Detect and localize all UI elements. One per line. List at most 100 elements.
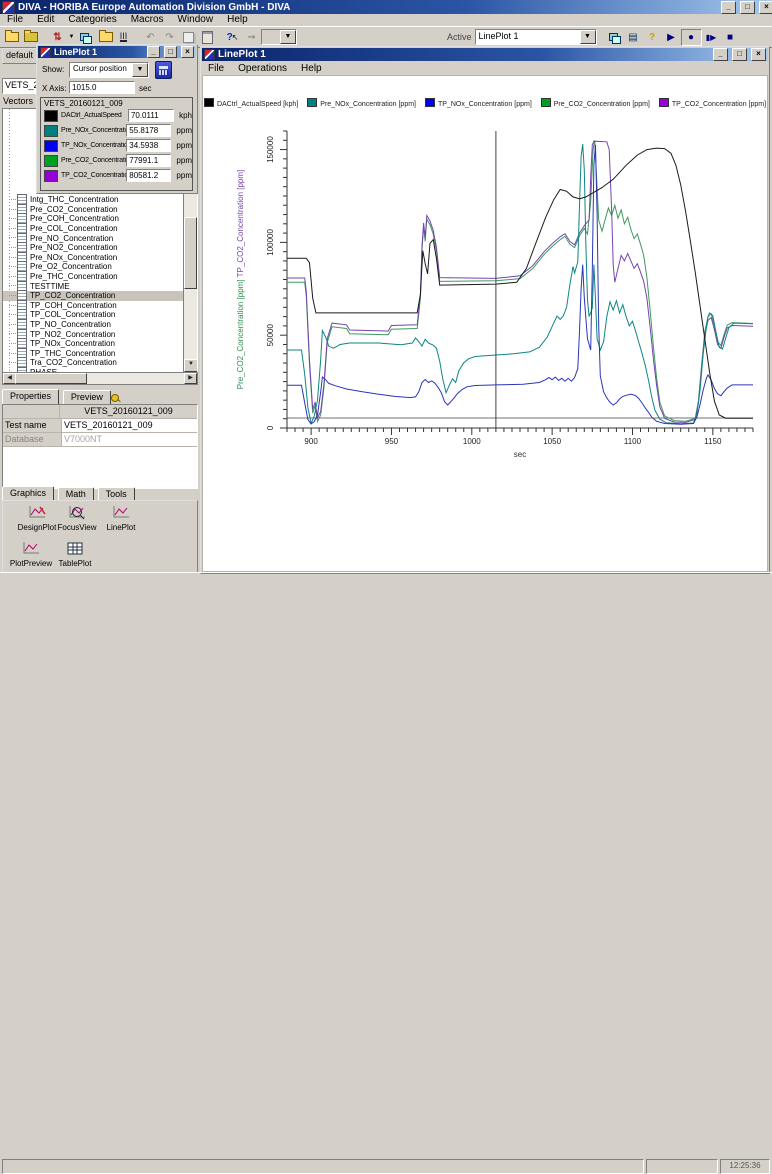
plot-close-button[interactable]: × <box>751 48 766 61</box>
run-icon[interactable]: ⇝ <box>242 29 261 46</box>
line-plot-icon <box>113 506 129 518</box>
graphics-palette: DesignPlot FocusView LinePlot PlotPreview Ta… <box>2 500 198 573</box>
tree-item[interactable]: Pre_COL_Concentration <box>3 223 197 235</box>
main-titlebar[interactable]: DIVA - HORIBA Europe Automation Division… <box>0 0 772 14</box>
show-select[interactable]: Cursor position ▼ <box>69 62 149 78</box>
tree-item[interactable]: TESTTIME <box>3 280 197 292</box>
tree-item[interactable]: TP_COL_Concentration <box>3 309 197 321</box>
test-name-field[interactable]: VETS_20 <box>2 78 39 94</box>
minimize-button[interactable]: _ <box>721 0 736 14</box>
tab-preview[interactable]: Preview <box>62 390 111 405</box>
menu-item-window[interactable]: Window <box>171 13 221 27</box>
key-icon[interactable]: ? <box>643 29 662 46</box>
redo-icon[interactable]: ↷ <box>160 29 179 46</box>
plot-minimize-button[interactable]: _ <box>713 48 728 61</box>
tree-item[interactable]: Tra_CO2_Concentration <box>3 357 197 369</box>
cursor-row-value[interactable]: 34.5938 <box>126 139 172 152</box>
tree-item[interactable]: Pre_THC_Concentration <box>3 271 197 283</box>
plot-menu-item-help[interactable]: Help <box>294 62 329 76</box>
tree-item[interactable]: TP_THC_Concentration <box>3 347 197 359</box>
plot-maximize-button[interactable]: □ <box>732 48 747 61</box>
chart-svg[interactable]: 900 950 1000 1050 1100 1150 sec 0 50000 100000 150… <box>203 76 765 570</box>
plot-titlebar[interactable]: LinePlot 1 _ □ × <box>202 48 768 61</box>
play-icon[interactable]: ▶ <box>662 29 681 46</box>
open-icon[interactable] <box>2 29 21 46</box>
cursor-row-name: Pre_NOx_Concentration <box>61 127 127 134</box>
vscroll-thumb[interactable] <box>184 217 197 289</box>
tree-item[interactable]: Pre_COH_Concentration <box>3 213 197 225</box>
refresh-icon[interactable]: ⇅ <box>48 29 67 46</box>
chevron-down-icon[interactable]: ▼ <box>132 63 148 77</box>
tab-properties[interactable]: Properties <box>2 389 60 405</box>
menu-item-help[interactable]: Help <box>220 13 255 27</box>
tool-lineplot[interactable]: LinePlot <box>99 505 143 532</box>
tree-item-label: Pre_NO2_Concentration <box>30 243 118 253</box>
menu-item-macros[interactable]: Macros <box>124 13 171 27</box>
cursor-window-titlebar[interactable]: LinePlot 1 _ □ × <box>38 46 196 58</box>
menu-item-edit[interactable]: Edit <box>30 13 61 27</box>
prop-label: Database <box>3 433 62 446</box>
hscroll-thumb[interactable] <box>15 373 87 384</box>
undo-icon[interactable]: ↶ <box>141 29 160 46</box>
tree-item[interactable]: Pre_NOx_Concentration <box>3 251 197 263</box>
import-icon[interactable] <box>21 29 40 46</box>
plot-menu-item-file[interactable]: File <box>201 62 231 76</box>
windows-icon[interactable] <box>76 29 95 46</box>
cursor-row-value[interactable]: 80581.2 <box>126 169 172 182</box>
tree-item[interactable]: TP_NOx_Concentration <box>3 338 197 350</box>
step-icon[interactable]: ▮▶ <box>702 29 721 46</box>
cascade-windows-icon[interactable] <box>605 29 624 46</box>
chevron-down-icon[interactable]: ▼ <box>579 30 596 44</box>
tree-item-label: Intg_THC_Concentration <box>30 195 119 205</box>
diva-application: DIVA - HORIBA Europe Automation Division… <box>0 0 772 1174</box>
tree-item[interactable]: Pre_CO2_Concentration <box>3 203 197 215</box>
stop-icon[interactable]: ■ <box>721 29 740 46</box>
record-icon[interactable]: ● <box>680 28 702 46</box>
cursor-row-value[interactable]: 70.0111 <box>127 109 175 122</box>
tool-focusview[interactable]: FocusView <box>55 505 99 532</box>
tree-item[interactable]: TP_NO2_Concentration <box>3 328 197 340</box>
tool-tableplot[interactable]: TablePlot <box>53 541 97 568</box>
tree-item[interactable]: TP_NO_Concentration <box>3 319 197 331</box>
cursor-window: LinePlot 1 _ □ × Show: Cursor position ▼… <box>36 44 198 194</box>
close-button[interactable]: × <box>759 0 772 14</box>
cw-minimize-button[interactable]: _ <box>147 46 160 58</box>
tree-item[interactable]: Intg_THC_Concentration <box>3 194 197 206</box>
cursor-row-value[interactable]: 55.8178 <box>126 124 172 137</box>
refresh-drop-icon[interactable]: ▼ <box>67 29 76 46</box>
copy-icon[interactable] <box>179 29 198 46</box>
scroll-down-icon[interactable]: ▼ <box>184 359 197 372</box>
tool-plotpreview[interactable]: PlotPreview <box>9 541 53 568</box>
tile-windows-icon[interactable]: ▤ <box>624 29 643 46</box>
y-tick-label: 50000 <box>266 324 275 347</box>
folder-up-icon[interactable]: ↑ <box>95 29 114 46</box>
status-message-cell <box>2 1159 644 1174</box>
maximize-button[interactable]: □ <box>740 0 755 14</box>
tree-item[interactable]: Pre_NO2_Concentration <box>3 242 197 254</box>
default-tab[interactable]: default <box>2 48 37 64</box>
tree-item-label: Tra_CO2_Concentration <box>30 358 117 368</box>
paste-icon[interactable] <box>198 29 217 46</box>
tree-hscrollbar[interactable]: ◀ ▶ <box>2 372 198 385</box>
cursor-row-value[interactable]: 77991.1 <box>126 154 172 167</box>
x-axis-label: sec <box>514 450 526 459</box>
zoom-combobox[interactable]: ▼ <box>261 29 297 45</box>
menu-item-file[interactable]: File <box>0 13 30 27</box>
active-combobox[interactable]: LinePlot 1 ▼ <box>474 29 597 45</box>
calculator-icon[interactable] <box>155 61 172 79</box>
plot-menu-item-operations[interactable]: Operations <box>231 62 294 76</box>
prop-value[interactable]: VETS_20160121_009 <box>62 419 197 432</box>
xaxis-input[interactable] <box>69 81 135 94</box>
cw-close-button[interactable]: × <box>181 46 194 58</box>
tree-item[interactable]: TP_COH_Concentration <box>3 299 197 311</box>
cw-maximize-button[interactable]: □ <box>164 46 177 58</box>
chevron-down-icon[interactable]: ▼ <box>280 30 296 44</box>
menu-item-categories[interactable]: Categories <box>61 13 123 27</box>
scroll-right-icon[interactable]: ▶ <box>184 373 197 384</box>
help-pointer-icon[interactable]: ? ↖ <box>223 29 242 46</box>
tree-item[interactable]: Pre_O2_Concentration <box>3 261 197 273</box>
table-icon[interactable]: III <box>114 29 133 46</box>
tree-item[interactable]: TP_CO2_Concentration <box>3 290 197 302</box>
tree-item[interactable]: Pre_NO_Concentration <box>3 232 197 244</box>
tool-designplot[interactable]: DesignPlot <box>15 505 59 532</box>
